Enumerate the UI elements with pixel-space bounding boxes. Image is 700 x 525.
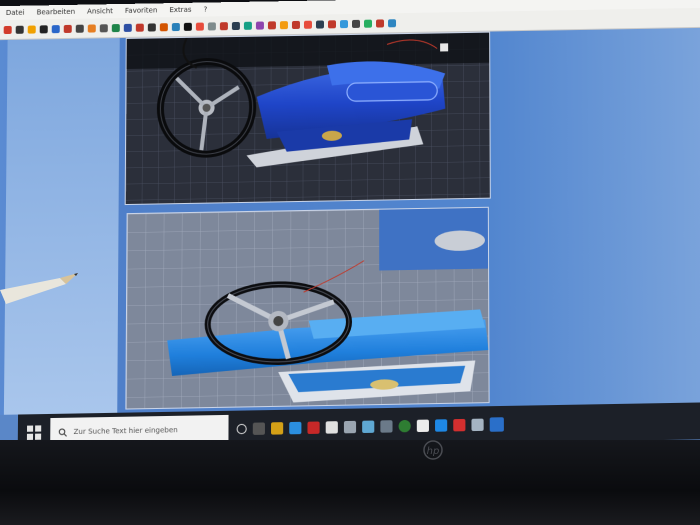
favorite-icon[interactable] <box>172 22 180 30</box>
favorite-icon[interactable] <box>292 20 300 28</box>
menu-view[interactable]: Ansicht <box>87 7 113 15</box>
favorite-icon[interactable] <box>88 24 96 32</box>
favorite-icon[interactable] <box>268 21 276 29</box>
app-icon[interactable] <box>362 421 374 434</box>
favorite-icon[interactable] <box>4 25 12 33</box>
app-icon[interactable] <box>307 421 319 434</box>
favorite-icon[interactable] <box>28 25 36 33</box>
taskbar-apps <box>237 417 504 436</box>
menu-favorites[interactable]: Favoriten <box>125 6 157 15</box>
favorite-icon[interactable] <box>388 19 396 27</box>
dropbox-icon[interactable] <box>289 422 301 435</box>
hp-logo: hp <box>420 440 446 460</box>
cortana-icon[interactable] <box>237 424 247 434</box>
favorite-icon[interactable] <box>328 20 336 28</box>
favorite-icon[interactable] <box>76 24 84 32</box>
dashboard-photo-2 <box>126 208 489 410</box>
favorite-icon[interactable] <box>232 21 240 29</box>
favorite-icon[interactable] <box>124 23 132 31</box>
favorite-icon[interactable] <box>40 25 48 33</box>
favorite-icon[interactable] <box>208 22 216 30</box>
favorite-icon[interactable] <box>136 23 144 31</box>
favorite-icon[interactable] <box>184 22 192 30</box>
svg-text:hp: hp <box>427 446 440 457</box>
page-side-panel <box>4 38 120 415</box>
menu-file[interactable]: Datei <box>6 9 25 17</box>
task-view-icon[interactable] <box>253 422 265 435</box>
search-icon <box>58 427 67 436</box>
favorite-icon[interactable] <box>256 21 264 29</box>
favorite-icon[interactable] <box>280 21 288 29</box>
internet-explorer-icon[interactable] <box>490 417 504 432</box>
favorite-icon[interactable] <box>220 22 228 30</box>
menu-extras[interactable]: Extras <box>169 6 191 14</box>
store-icon[interactable] <box>271 422 283 435</box>
favorite-icon[interactable] <box>376 19 384 27</box>
favorite-icon[interactable] <box>16 25 24 33</box>
favorite-icon[interactable] <box>160 23 168 31</box>
pencil-pointer <box>0 270 90 310</box>
favorite-icon[interactable] <box>304 20 312 28</box>
download-icon[interactable] <box>453 419 465 432</box>
windows-logo-icon <box>27 425 41 440</box>
search-placeholder: Zur Suche Text hier eingeben <box>74 426 178 436</box>
app-icon[interactable] <box>471 419 483 432</box>
favorite-icon[interactable] <box>352 19 360 27</box>
photo-dashboard-top <box>125 32 491 205</box>
favorite-icon[interactable] <box>100 24 108 32</box>
app-icon[interactable] <box>380 420 392 433</box>
edge-icon[interactable] <box>435 419 447 432</box>
favorite-icon[interactable] <box>364 19 372 27</box>
dashboard-photo-1 <box>126 33 491 205</box>
photo-dashboard-bottom <box>125 207 489 410</box>
favorite-icon[interactable] <box>52 25 60 33</box>
favorite-icon[interactable] <box>316 20 324 28</box>
chrome-icon[interactable] <box>399 420 411 433</box>
mail-icon[interactable] <box>326 421 338 434</box>
favorite-icon[interactable] <box>244 21 252 29</box>
favorite-icon[interactable] <box>64 24 72 32</box>
favorite-icon[interactable] <box>112 24 120 32</box>
laptop-screen: Datei Bearbeiten Ansicht Favoriten Extra… <box>0 0 700 457</box>
menu-edit[interactable]: Bearbeiten <box>37 8 76 17</box>
favorite-icon[interactable] <box>340 20 348 28</box>
favorite-icon[interactable] <box>148 23 156 31</box>
laptop-bezel <box>0 440 700 525</box>
app-icon[interactable] <box>344 421 356 434</box>
document-icon[interactable] <box>417 420 429 433</box>
menu-help[interactable]: ? <box>204 5 208 13</box>
favorite-icon[interactable] <box>196 22 204 30</box>
photo-scene: Datei Bearbeiten Ansicht Favoriten Extra… <box>0 0 700 525</box>
